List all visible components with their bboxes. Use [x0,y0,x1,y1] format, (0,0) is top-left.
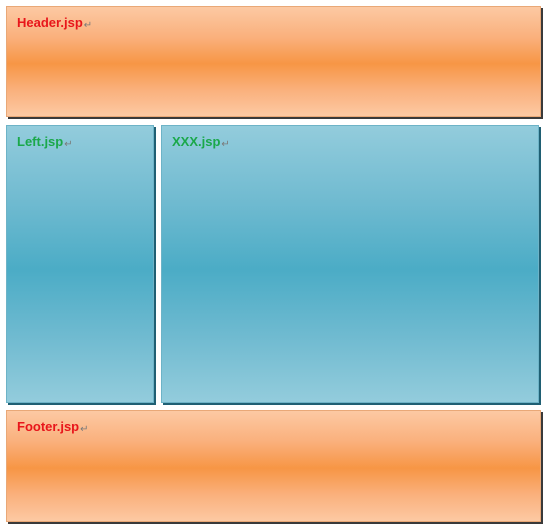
footer-block: Footer.jsp↵ [6,410,541,522]
main-label: XXX.jsp↵ [172,134,230,150]
main-label-text: XXX.jsp [172,134,221,149]
return-mark-icon: ↵ [64,139,73,150]
left-block: Left.jsp↵ [6,125,154,403]
return-mark-icon: ↵ [80,424,89,435]
return-mark-icon: ↵ [83,20,93,31]
footer-label-text: Footer.jsp [17,419,80,434]
header-label-text: Header.jsp [17,15,83,30]
main-content-block: XXX.jsp↵ [161,125,539,403]
left-label-text: Left.jsp [17,134,64,149]
header-label: Header.jsp↵ [17,15,93,31]
left-label: Left.jsp↵ [17,134,73,150]
return-mark-icon: ↵ [221,139,230,150]
header-block: Header.jsp↵ [6,6,541,117]
footer-label: Footer.jsp↵ [17,419,89,435]
